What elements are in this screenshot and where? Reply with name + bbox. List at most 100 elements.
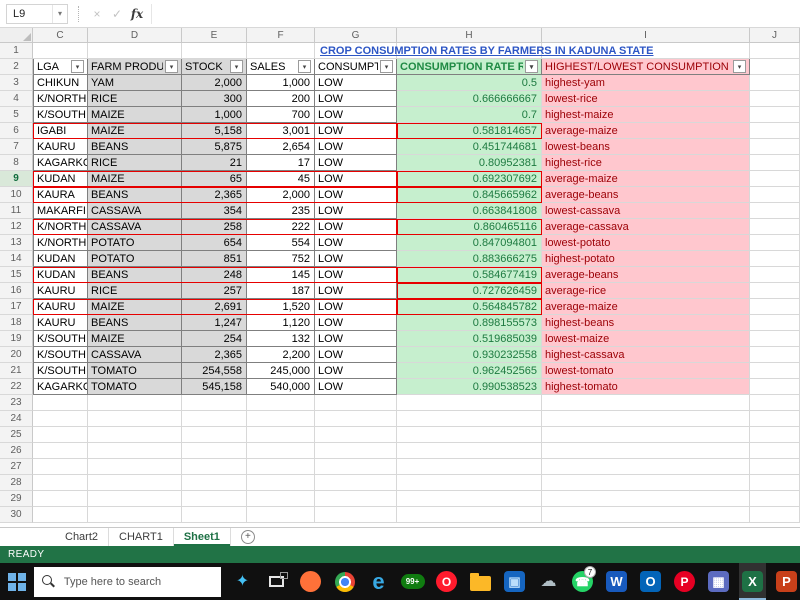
cell-g22[interactable]: LOW bbox=[315, 379, 397, 395]
cell-i23[interactable] bbox=[542, 395, 750, 411]
filter-dropdown-icon[interactable]: ▾ bbox=[525, 60, 538, 73]
cell-j6[interactable] bbox=[750, 123, 800, 139]
cell-d11[interactable]: CASSAVA bbox=[88, 203, 182, 219]
photos-icon[interactable]: ▣ bbox=[501, 563, 528, 600]
cell-i27[interactable] bbox=[542, 459, 750, 475]
cell-i11[interactable]: lowest-cassava bbox=[542, 203, 750, 219]
row-header-9[interactable]: 9 bbox=[0, 171, 33, 187]
cell-i19[interactable]: lowest-maize bbox=[542, 331, 750, 347]
row-header-26[interactable]: 26 bbox=[0, 443, 33, 459]
cell-e7[interactable]: 5,875 bbox=[182, 139, 247, 155]
cell-g18[interactable]: LOW bbox=[315, 315, 397, 331]
cell-h8[interactable]: 0.80952381 bbox=[397, 155, 542, 171]
row-header-25[interactable]: 25 bbox=[0, 427, 33, 443]
cell-i29[interactable] bbox=[542, 491, 750, 507]
cell-d27[interactable] bbox=[88, 459, 182, 475]
cell-h19[interactable]: 0.519685039 bbox=[397, 331, 542, 347]
filter-dropdown-icon[interactable]: ▾ bbox=[733, 60, 746, 73]
cell-h18[interactable]: 0.898155573 bbox=[397, 315, 542, 331]
cell-h29[interactable] bbox=[397, 491, 542, 507]
cell-d21[interactable]: TOMATO bbox=[88, 363, 182, 379]
name-box[interactable]: L9 ▾ bbox=[6, 3, 68, 24]
cell-c12[interactable]: K/NORTH bbox=[33, 219, 88, 235]
cell-f25[interactable] bbox=[247, 427, 315, 443]
cell-f8[interactable]: 17 bbox=[247, 155, 315, 171]
row-header-6[interactable]: 6 bbox=[0, 123, 33, 139]
cell-f9[interactable]: 45 bbox=[247, 171, 315, 187]
cell-e11[interactable]: 354 bbox=[182, 203, 247, 219]
cell-f23[interactable] bbox=[247, 395, 315, 411]
select-all-corner[interactable] bbox=[0, 28, 33, 43]
cell-e16[interactable]: 257 bbox=[182, 283, 247, 299]
cell-e4[interactable]: 300 bbox=[182, 91, 247, 107]
cell-c21[interactable]: K/SOUTH bbox=[33, 363, 88, 379]
header-cell-d2[interactable]: FARM PRODUCE▾ bbox=[88, 59, 182, 75]
cell-i3[interactable]: highest-yam bbox=[542, 75, 750, 91]
cell-e22[interactable]: 545,158 bbox=[182, 379, 247, 395]
cell-d14[interactable]: POTATO bbox=[88, 251, 182, 267]
cell-f20[interactable]: 2,200 bbox=[247, 347, 315, 363]
enter-icon[interactable]: ✓ bbox=[107, 7, 127, 21]
onedrive-icon[interactable]: ☁ bbox=[535, 563, 562, 600]
header-cell-c2[interactable]: LGA ▾ bbox=[33, 59, 88, 75]
cell-e24[interactable] bbox=[182, 411, 247, 427]
cell-g11[interactable]: LOW bbox=[315, 203, 397, 219]
cell-g14[interactable]: LOW bbox=[315, 251, 397, 267]
cell-i16[interactable]: average-rice bbox=[542, 283, 750, 299]
row-header-10[interactable]: 10 bbox=[0, 187, 33, 203]
pinterest-icon[interactable]: P bbox=[671, 563, 698, 600]
row-header-30[interactable]: 30 bbox=[0, 507, 33, 523]
task-view-icon[interactable] bbox=[263, 563, 290, 600]
cell-g25[interactable] bbox=[315, 427, 397, 443]
cell-c3[interactable]: CHIKUN bbox=[33, 75, 88, 91]
cell-e12[interactable]: 258 bbox=[182, 219, 247, 235]
cell-f17[interactable]: 1,520 bbox=[247, 299, 315, 315]
cell-i24[interactable] bbox=[542, 411, 750, 427]
cell-g13[interactable]: LOW bbox=[315, 235, 397, 251]
row-header-28[interactable]: 28 bbox=[0, 475, 33, 491]
cell-h5[interactable]: 0.7 bbox=[397, 107, 542, 123]
cell-d30[interactable] bbox=[88, 507, 182, 523]
cell-d19[interactable]: MAIZE bbox=[88, 331, 182, 347]
cell-e30[interactable] bbox=[182, 507, 247, 523]
cell-i14[interactable]: highest-potato bbox=[542, 251, 750, 267]
sheet-tab-sheet1[interactable]: Sheet1 bbox=[174, 528, 231, 546]
cell-e26[interactable] bbox=[182, 443, 247, 459]
cell-e5[interactable]: 1,000 bbox=[182, 107, 247, 123]
cell-e8[interactable]: 21 bbox=[182, 155, 247, 171]
cell-h4[interactable]: 0.666666667 bbox=[397, 91, 542, 107]
new-sheet-button[interactable]: + bbox=[240, 530, 255, 544]
cell-h16[interactable]: 0.727626459 bbox=[397, 283, 542, 299]
cell-i7[interactable]: lowest-beans bbox=[542, 139, 750, 155]
cell-c1[interactable] bbox=[33, 43, 88, 59]
cell-j5[interactable] bbox=[750, 107, 800, 123]
col-header-g[interactable]: G bbox=[315, 28, 397, 43]
cell-f6[interactable]: 3,001 bbox=[247, 123, 315, 139]
cell-f22[interactable]: 540,000 bbox=[247, 379, 315, 395]
cell-e9[interactable]: 65 bbox=[182, 171, 247, 187]
cell-g12[interactable]: LOW bbox=[315, 219, 397, 235]
cell-d4[interactable]: RICE bbox=[88, 91, 182, 107]
sheet-tab-chart2[interactable]: Chart2 bbox=[55, 528, 110, 546]
row-header-12[interactable]: 12 bbox=[0, 219, 33, 235]
cell-i15[interactable]: average-beans bbox=[542, 267, 750, 283]
cell-g16[interactable]: LOW bbox=[315, 283, 397, 299]
powerpoint-icon[interactable]: P bbox=[773, 563, 800, 600]
col-header-c[interactable]: C bbox=[33, 28, 88, 43]
cell-g3[interactable]: LOW bbox=[315, 75, 397, 91]
cell-j11[interactable] bbox=[750, 203, 800, 219]
cell-d24[interactable] bbox=[88, 411, 182, 427]
cell-h12[interactable]: 0.860465116 bbox=[397, 219, 542, 235]
chrome-icon[interactable] bbox=[331, 563, 358, 600]
cell-h11[interactable]: 0.663841808 bbox=[397, 203, 542, 219]
row-header-29[interactable]: 29 bbox=[0, 491, 33, 507]
cortana-icon[interactable]: ✦ bbox=[229, 563, 256, 600]
cell-j14[interactable] bbox=[750, 251, 800, 267]
row-header-21[interactable]: 21 bbox=[0, 363, 33, 379]
cell-e23[interactable] bbox=[182, 395, 247, 411]
cell-d23[interactable] bbox=[88, 395, 182, 411]
cell-e1[interactable] bbox=[182, 43, 247, 59]
insert-function-icon[interactable]: fx bbox=[127, 7, 147, 21]
cell-d12[interactable]: CASSAVA bbox=[88, 219, 182, 235]
sheet-tab-chart1[interactable]: CHART1 bbox=[109, 528, 174, 546]
